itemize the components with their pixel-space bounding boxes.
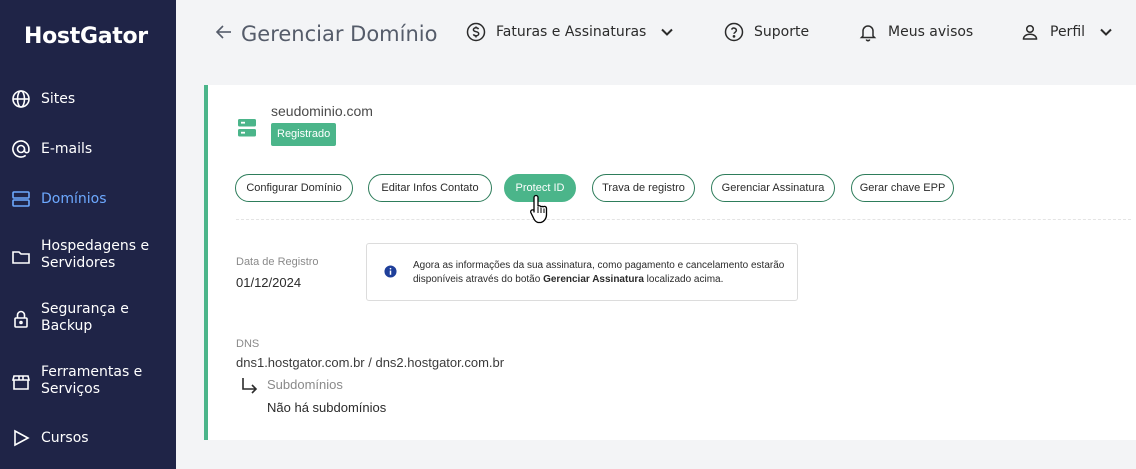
domain-card: seudominio.com Registrado Configurar Dom… (204, 85, 1136, 440)
hand-cursor-icon (530, 194, 548, 224)
dollar-icon (466, 22, 486, 42)
configure-domain-button[interactable]: Configurar Domínio (235, 174, 353, 202)
billing-menu[interactable]: Faturas e Assinaturas (466, 22, 674, 42)
divider (236, 219, 1131, 220)
billing-label: Faturas e Assinaturas (496, 24, 647, 40)
server-icon (238, 119, 256, 137)
sidebar-item-seguranca[interactable]: Segurança e Backup (0, 301, 176, 337)
corner-arrow-icon (242, 378, 258, 394)
server-icon (11, 189, 31, 209)
sidebar-item-label: Segurança e Backup (41, 301, 129, 334)
logo[interactable]: HostGator (24, 24, 148, 49)
sidebar-item-label: Cursos (41, 430, 89, 446)
sidebar-item-dominios[interactable]: Domínios (0, 189, 176, 209)
info-text: Agora as informações da sua assinatura, … (413, 260, 785, 285)
info-notice: Agora as informações da sua assinatura, … (366, 243, 798, 301)
domain-name: seudominio.com (271, 103, 373, 119)
sidebar-item-label: Hospedagens e Servidores (41, 238, 150, 271)
sidebar-item-emails[interactable]: E-mails (0, 139, 176, 159)
sidebar-item-ferramentas[interactable]: Ferramentas e Serviços (0, 364, 176, 400)
sidebar-item-label: Ferramentas e Serviços (41, 364, 143, 397)
bell-icon (859, 25, 877, 42)
sidebar-item-label: Domínios (41, 191, 107, 207)
sidebar-item-cursos[interactable]: Cursos (0, 428, 176, 448)
profile-label: Perfil (1050, 24, 1086, 40)
notices-label: Meus avisos (888, 24, 974, 40)
edit-contact-button[interactable]: Editar Infos Contato (368, 174, 492, 202)
support-link[interactable]: Suporte (724, 22, 809, 42)
dns-label: DNS (236, 338, 260, 350)
info-text-bold: Gerenciar Assinatura (543, 274, 644, 285)
sidebar-item-hospedagens[interactable]: Hospedagens e Servidores (0, 238, 176, 274)
registration-date: 01/12/2024 (236, 275, 302, 290)
at-icon (11, 139, 31, 159)
sidebar-item-sites[interactable]: Sites (0, 89, 176, 109)
sidebar-item-label: Sites (41, 91, 76, 107)
sidebar-item-label: E-mails (41, 141, 93, 157)
dns-value: dns1.hostgator.com.br / dns2.hostgator.c… (236, 355, 505, 370)
manage-subscription-button[interactable]: Gerenciar Assinatura (711, 174, 835, 202)
generate-epp-key-button[interactable]: Gerar chave EPP (851, 174, 954, 202)
sidebar: HostGator Sites E-mails Domínios Hospeda… (0, 0, 176, 469)
lock-icon (11, 309, 31, 329)
support-label: Suporte (754, 24, 810, 40)
chevron-down-icon (1100, 28, 1112, 36)
registration-label: Data de Registro (236, 256, 319, 268)
registry-lock-button[interactable]: Trava de registro (592, 174, 695, 202)
profile-menu[interactable]: Perfil (1020, 22, 1113, 42)
subdomains-label: Subdomínios (267, 377, 343, 392)
header: Gerenciar Domínio Faturas e Assinaturas … (176, 0, 1136, 68)
subdomains-value: Não há subdomínios (267, 400, 387, 415)
globe-icon (11, 89, 31, 109)
info-icon (384, 265, 397, 278)
chevron-down-icon (661, 28, 674, 36)
page-title: Gerenciar Domínio (241, 22, 438, 46)
store-icon (11, 372, 31, 392)
notices-link[interactable]: Meus avisos (858, 22, 973, 42)
back-arrow-icon[interactable] (214, 22, 234, 42)
help-icon (724, 22, 744, 42)
user-icon (1022, 24, 1038, 40)
play-icon (11, 428, 31, 448)
status-badge: Registrado (271, 123, 337, 146)
folder-icon (11, 247, 31, 267)
